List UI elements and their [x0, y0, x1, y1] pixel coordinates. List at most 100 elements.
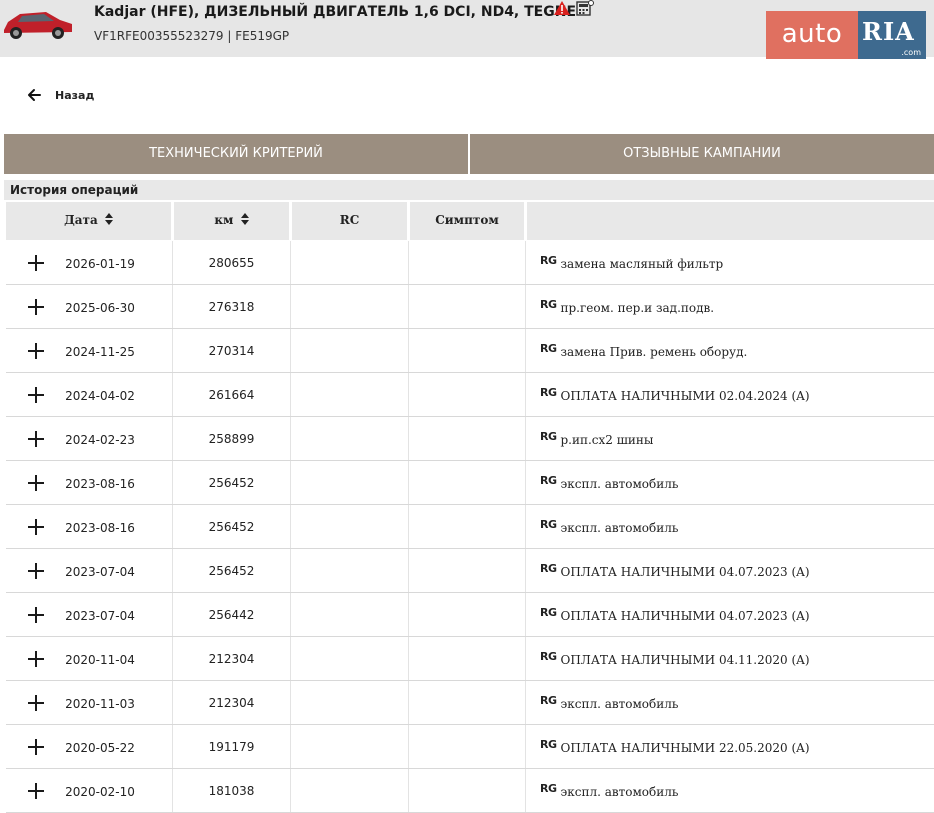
row-description: RG экспл. автомобиль: [540, 474, 678, 491]
column-divider: [408, 417, 409, 460]
row-tag: RG: [540, 518, 557, 531]
row-date: 2020-02-10: [65, 785, 135, 799]
column-divider: [290, 461, 291, 504]
row-date: 2020-11-03: [65, 697, 135, 711]
row-description: RG замена Прив. ремень оборуд.: [540, 342, 747, 359]
column-divider: [408, 681, 409, 724]
column-divider: [408, 461, 409, 504]
sort-icon[interactable]: [240, 212, 249, 225]
table-row[interactable]: 2024-04-02 261664 RG ОПЛАТА НАЛИЧНЫМИ 02.04…: [0, 373, 934, 417]
column-divider: [525, 769, 526, 812]
table-row[interactable]: 2023-07-04 256452 RG ОПЛАТА НАЛИЧНЫМИ 04.07…: [0, 549, 934, 593]
column-divider: [525, 241, 526, 284]
vehicle-vin-plate: VF1RFE00355523279 | FE519GP: [94, 29, 290, 43]
column-divider: [172, 241, 173, 284]
column-divider: [525, 373, 526, 416]
calculator-icon[interactable]: [576, 0, 594, 16]
column-divider: [408, 285, 409, 328]
column-divider: [172, 417, 173, 460]
row-date: 2020-11-04: [65, 653, 135, 667]
expand-plus-icon[interactable]: [28, 255, 44, 271]
column-divider: [172, 505, 173, 548]
row-description-text: ОПЛАТА НАЛИЧНЫМИ 04.11.2020 (A): [560, 653, 810, 667]
logo-com-text: .com: [901, 48, 921, 57]
row-description: RG пр.геом. пер.и зад.подв.: [540, 298, 714, 315]
row-date: 2023-08-16: [65, 477, 135, 491]
table-row[interactable]: 2020-05-22 191179 RG ОПЛАТА НАЛИЧНЫМИ 22.05…: [0, 725, 934, 769]
row-km: 256452: [208, 520, 255, 534]
expand-plus-icon[interactable]: [28, 343, 44, 359]
column-divider: [172, 461, 173, 504]
sort-icon[interactable]: [104, 212, 113, 225]
row-tag: RG: [540, 474, 557, 487]
row-km: 256452: [208, 476, 255, 490]
row-tag: RG: [540, 254, 557, 267]
column-divider: [290, 549, 291, 592]
table-row[interactable]: 2024-02-23 258899 RG р.ип.сх2 шины: [0, 417, 934, 461]
row-km: 280655: [208, 256, 255, 270]
expand-plus-icon[interactable]: [28, 563, 44, 579]
column-divider: [525, 593, 526, 636]
row-description-text: ОПЛАТА НАЛИЧНЫМИ 22.05.2020 (A): [560, 741, 810, 755]
column-divider: [290, 241, 291, 284]
row-tag: RG: [540, 430, 557, 443]
expand-plus-icon[interactable]: [28, 387, 44, 403]
expand-plus-icon[interactable]: [28, 519, 44, 535]
row-description: RG замена масляный фильтр: [540, 254, 723, 271]
row-km: 256452: [208, 564, 255, 578]
table-row[interactable]: 2020-02-10 181038 RG экспл. автомобиль: [0, 769, 934, 813]
row-date: 2023-07-04: [65, 609, 135, 623]
column-divider: [172, 725, 173, 768]
back-link[interactable]: Назад: [26, 86, 94, 104]
row-date: 2025-06-30: [65, 301, 135, 315]
table-row[interactable]: 2020-11-04 212304 RG ОПЛАТА НАЛИЧНЫМИ 04.11…: [0, 637, 934, 681]
row-tag: RG: [540, 386, 557, 399]
column-divider: [408, 329, 409, 372]
table-row[interactable]: 2023-08-16 256452 RG экспл. автомобиль: [0, 461, 934, 505]
column-divider: [290, 329, 291, 372]
column-header-date[interactable]: Дата: [6, 202, 171, 240]
row-tag: RG: [540, 298, 557, 311]
history-table-body: 2026-01-19 280655 RG замена масляный фильтр…: [0, 241, 934, 813]
column-divider: [290, 725, 291, 768]
row-description: RG ОПЛАТА НАЛИЧНЫМИ 22.05.2020 (A): [540, 738, 810, 755]
column-divider: [525, 417, 526, 460]
expand-plus-icon[interactable]: [28, 607, 44, 623]
column-header-km[interactable]: км: [174, 202, 289, 240]
table-row[interactable]: 2026-01-19 280655 RG замена масляный фильтр: [0, 241, 934, 285]
expand-plus-icon[interactable]: [28, 739, 44, 755]
column-header-description: [527, 202, 934, 240]
tab-technical-criteria[interactable]: ТЕХНИЧЕСКИЙ КРИТЕРИЙ: [4, 134, 468, 174]
table-row[interactable]: 2023-07-04 256442 RG ОПЛАТА НАЛИЧНЫМИ 04.07…: [0, 593, 934, 637]
warning-icon[interactable]: [553, 0, 571, 16]
row-description: RG экспл. автомобиль: [540, 694, 678, 711]
row-description-text: экспл. автомобиль: [560, 521, 679, 535]
row-description-text: ОПЛАТА НАЛИЧНЫМИ 02.04.2024 (A): [560, 389, 810, 403]
row-date: 2023-07-04: [65, 565, 135, 579]
row-tag: RG: [540, 694, 557, 707]
autoria-logo: auto RIA .com: [766, 11, 926, 59]
table-row[interactable]: 2025-06-30 276318 RG пр.геом. пер.и зад.под…: [0, 285, 934, 329]
row-date: 2024-04-02: [65, 389, 135, 403]
table-row[interactable]: 2024-11-25 270314 RG замена Прив. ремень об…: [0, 329, 934, 373]
column-divider: [525, 549, 526, 592]
back-label: Назад: [55, 88, 95, 102]
table-row[interactable]: 2023-08-16 256452 RG экспл. автомобиль: [0, 505, 934, 549]
expand-plus-icon[interactable]: [28, 299, 44, 315]
column-divider: [408, 549, 409, 592]
tab-recall-campaigns[interactable]: ОТЗЫВНЫЕ КАМПАНИИ: [470, 134, 934, 174]
row-description: RG ОПЛАТА НАЛИЧНЫМИ 04.07.2023 (A): [540, 606, 810, 623]
expand-plus-icon[interactable]: [28, 695, 44, 711]
column-divider: [408, 725, 409, 768]
table-row[interactable]: 2020-11-03 212304 RG экспл. автомобиль: [0, 681, 934, 725]
column-header-date-label: Дата: [64, 213, 98, 227]
expand-plus-icon[interactable]: [28, 475, 44, 491]
expand-plus-icon[interactable]: [28, 783, 44, 799]
row-date: 2026-01-19: [65, 257, 135, 271]
expand-plus-icon[interactable]: [28, 651, 44, 667]
column-divider: [408, 505, 409, 548]
expand-plus-icon[interactable]: [28, 431, 44, 447]
column-divider: [290, 769, 291, 812]
row-tag: RG: [540, 738, 557, 751]
row-date: 2024-11-25: [65, 345, 135, 359]
